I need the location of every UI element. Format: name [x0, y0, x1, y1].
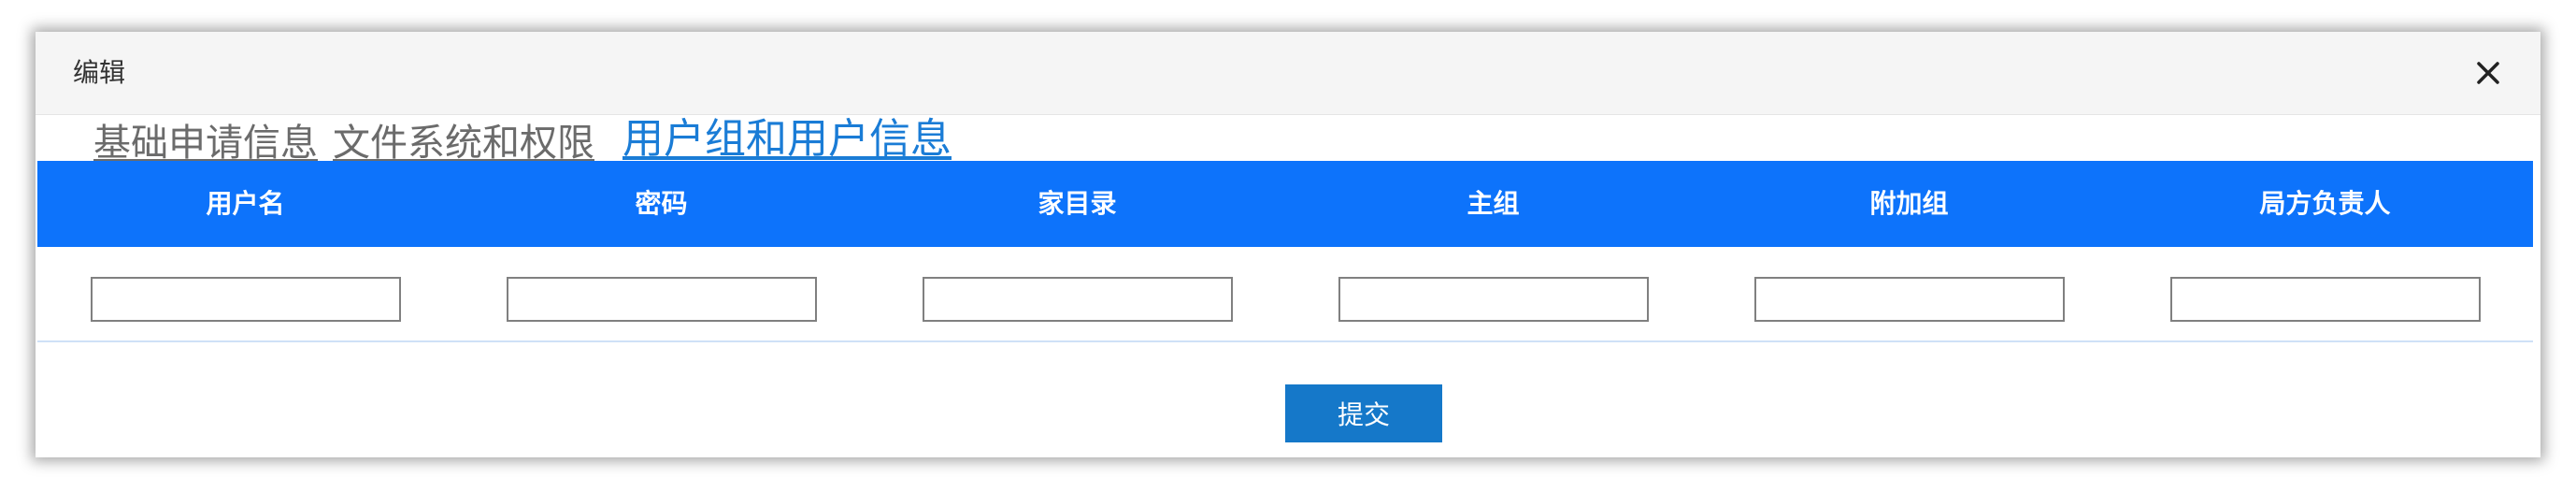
column-header-password: 密码 — [635, 188, 688, 219]
table-row — [37, 247, 2533, 342]
table-header: 用户名 密码 家目录 主组 附加组 局方负责人 — [37, 161, 2533, 247]
additional-group-input[interactable] — [1754, 277, 2065, 322]
edit-dialog: 编辑 基础申请信息 文件系统和权限 用户组和用户信息 用户名 密码 家目录 主组… — [36, 32, 2540, 457]
close-icon — [2477, 62, 2499, 84]
tab-user-groups[interactable]: 用户组和用户信息 — [623, 115, 952, 164]
submit-button[interactable]: 提交 — [1285, 384, 1442, 442]
dialog-header: 编辑 — [36, 32, 2540, 115]
column-header-home-directory: 家目录 — [1038, 188, 1117, 219]
column-header-username: 用户名 — [206, 188, 285, 219]
password-input[interactable] — [507, 277, 817, 322]
responsible-person-input[interactable] — [2170, 277, 2481, 322]
home-directory-input[interactable] — [923, 277, 1233, 322]
column-header-responsible-person: 局方负责人 — [2259, 188, 2391, 219]
username-input[interactable] — [91, 277, 401, 322]
dialog-title: 编辑 — [73, 57, 126, 88]
column-header-additional-group: 附加组 — [1869, 188, 1949, 219]
column-header-primary-group: 主组 — [1467, 188, 1520, 219]
primary-group-input[interactable] — [1338, 277, 1649, 322]
close-button[interactable] — [2468, 52, 2509, 94]
